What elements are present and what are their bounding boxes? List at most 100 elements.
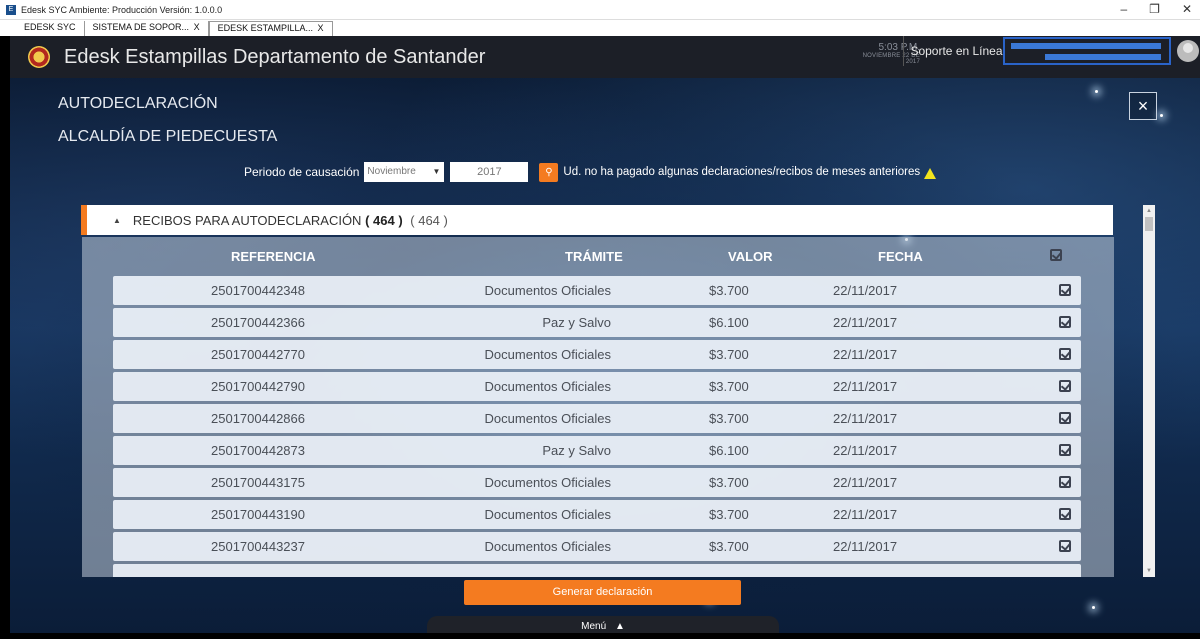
cell-fecha: 22/11/2017 [833,507,898,522]
close-panel-button[interactable]: × [1129,92,1157,120]
cell-tramite: Documentos Oficiales [484,411,611,426]
chevron-down-icon: ▼ [432,167,441,176]
month-select[interactable]: Noviembre ▼ [364,162,445,182]
table-row[interactable]: 2501700443237 Documentos Oficiales $3.70… [113,532,1081,561]
cell-valor: $3.700 [709,539,749,554]
avatar[interactable] [1177,40,1199,62]
page-title: AUTODECLARACIÓN [58,95,218,112]
column-header-referencia[interactable]: REFERENCIA [231,249,316,264]
caret-up-icon: ▲ [614,621,625,632]
pending-warning-text: Ud. no ha pagado algunas declaraciones/r… [563,166,921,178]
cell-fecha: 22/11/2017 [833,411,898,426]
cell-fecha: 22/11/2017 [833,379,898,394]
warning-icon [924,167,937,179]
cell-referencia: 2501700442790 [211,379,305,394]
column-header-tramite[interactable]: TRÁMITE [565,249,623,264]
cell-fecha: 22/11/2017 [833,443,898,458]
tab-label: EDESK ESTAMPILLA... [217,23,313,33]
star-decoration [1160,114,1163,117]
window-title: Edesk SYC Ambiente: Producción Versión: … [21,4,223,15]
row-checkbox-icon[interactable] [1059,508,1071,520]
cell-tramite: Documentos Oficiales [484,283,611,298]
cell-tramite: Paz y Salvo [542,443,611,458]
vertical-scrollbar[interactable]: ▲ ▼ [1143,205,1155,577]
cell-tramite: Paz y Salvo [542,315,611,330]
select-all-checkbox-icon[interactable] [1050,249,1062,261]
cell-referencia: 2501700442770 [211,347,305,362]
cell-valor: $3.700 [709,283,749,298]
minimize-button[interactable]: – [1120,2,1127,16]
support-online-button[interactable]: Soporte en Línea [903,36,1009,66]
tab-strip: EDESK SYC SISTEMA DE SOPOR... X EDESK ES… [0,20,1200,36]
cell-tramite: Documentos Oficiales [484,539,611,554]
user-name-redacted [1011,43,1161,49]
tab-close-icon[interactable]: X [194,22,200,32]
table-row[interactable]: 2501700442770 Documentos Oficiales $3.70… [113,340,1081,369]
row-checkbox-icon[interactable] [1059,412,1071,424]
row-checkbox-icon[interactable] [1059,540,1071,552]
cell-valor: $3.700 [709,379,749,394]
row-checkbox-icon[interactable] [1059,380,1071,392]
department-seal-logo [28,46,50,68]
table-row[interactable]: 2501700442873 Paz y Salvo $6.100 22/11/2… [113,436,1081,465]
cell-tramite: Documentos Oficiales [484,379,611,394]
table-row[interactable]: 2501700442790 Documentos Oficiales $3.70… [113,372,1081,401]
maximize-button[interactable]: ❐ [1149,2,1160,16]
tab-edesk-estampillas[interactable]: EDESK ESTAMPILLA... X [208,21,333,36]
cell-referencia: 2501700442866 [211,411,305,426]
collapse-caret-icon[interactable]: ▲ [113,216,121,225]
period-label: Periodo de causación [244,165,360,179]
menu-toggle[interactable]: Menú ▲ [427,616,779,633]
row-checkbox-icon[interactable] [1059,476,1071,488]
table-row[interactable]: 2501700442348 Documentos Oficiales $3.70… [113,276,1081,305]
tab-sistema-soporte[interactable]: SISTEMA DE SOPOR... X [85,21,209,36]
accordion-total: ( 464 ) [410,212,448,228]
table-header: REFERENCIA TRÁMITE VALOR FECHA [82,237,1114,275]
receipts-accordion-header[interactable]: ▲ RECIBOS PARA AUTODECLARACIÓN ( 464 ) (… [81,205,1113,235]
cell-referencia: 2501700443190 [211,507,305,522]
accordion-title-text: RECIBOS PARA AUTODECLARACIÓN [132,212,362,228]
star-decoration [1095,90,1098,93]
search-icon[interactable]: ⚲ [539,162,559,182]
table-row[interactable]: 2501700443175 Documentos Oficiales $3.70… [113,468,1081,497]
cell-valor: $3.700 [709,475,749,490]
year-input[interactable]: 2017 [450,162,529,182]
table-row[interactable]: 2501700442866 Documentos Oficiales $3.70… [113,404,1081,433]
menu-label: Menú [581,621,607,632]
cell-valor: $6.100 [709,315,749,330]
cell-fecha: 22/11/2017 [833,283,898,298]
close-window-button[interactable]: ✕ [1182,2,1192,16]
cell-fecha: 22/11/2017 [833,347,898,362]
main-content: AUTODECLARACIÓN ALCALDÍA DE PIEDECUESTA … [10,78,1200,633]
user-info-box[interactable] [1003,37,1171,65]
table-row[interactable]: 2501700443190 Documentos Oficiales $3.70… [113,500,1081,529]
app-header: Edesk Estampillas Departamento de Santan… [10,36,1200,78]
cell-referencia: 2501700442348 [211,283,305,298]
scrollbar-thumb[interactable] [1145,217,1153,231]
period-filter: Periodo de causación Noviembre ▼ 2017 ⚲ … [244,162,937,182]
cell-fecha: 22/11/2017 [833,475,898,490]
scroll-up-icon[interactable]: ▲ [1146,208,1152,214]
cell-valor: $3.700 [709,411,749,426]
scroll-down-icon[interactable]: ▼ [1146,568,1152,574]
cell-fecha: 22/11/2017 [833,315,898,330]
cell-valor: $3.700 [709,347,749,362]
cell-tramite: Documentos Oficiales [484,507,611,522]
cell-referencia: 2501700442366 [211,315,305,330]
window-controls: – ❐ ✕ [1120,2,1192,16]
cell-tramite: Documentos Oficiales [484,475,611,490]
column-header-valor[interactable]: VALOR [728,249,773,264]
window-titlebar: E Edesk SYC Ambiente: Producción Versión… [0,0,1200,20]
tab-edesk-syc[interactable]: EDESK SYC [16,21,85,36]
row-checkbox-icon[interactable] [1059,284,1071,296]
row-checkbox-icon[interactable] [1059,316,1071,328]
table-row-partial[interactable] [113,564,1081,577]
star-decoration [1092,606,1095,609]
row-checkbox-icon[interactable] [1059,348,1071,360]
cell-referencia: 2501700442873 [211,443,305,458]
generate-declaration-button[interactable]: Generar declaración [464,580,741,605]
table-row[interactable]: 2501700442366 Paz y Salvo $6.100 22/11/2… [113,308,1081,337]
tab-close-icon[interactable]: X [317,23,323,33]
column-header-fecha[interactable]: FECHA [878,249,923,264]
row-checkbox-icon[interactable] [1059,444,1071,456]
